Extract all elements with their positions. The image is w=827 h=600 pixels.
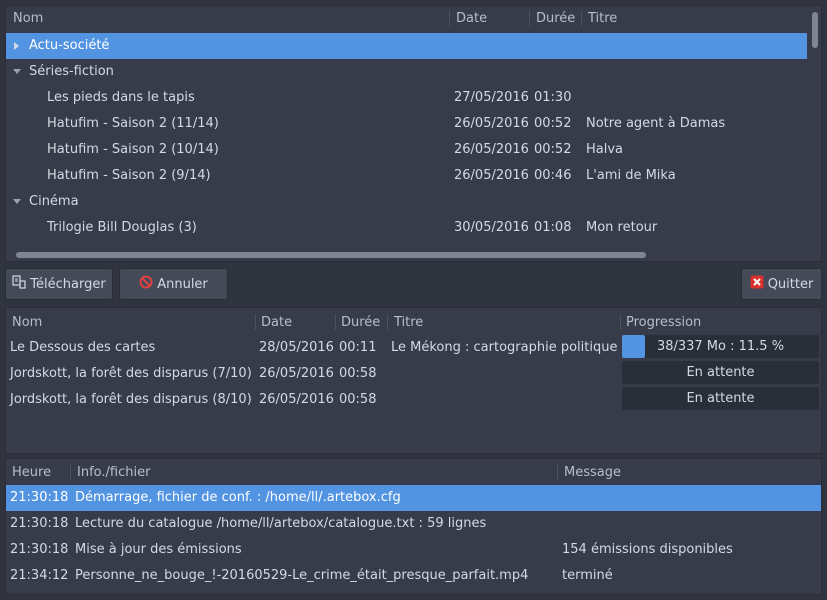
download-label: Télécharger	[30, 276, 106, 292]
cancel-label: Annuler	[157, 276, 208, 292]
col-header-name[interactable]: Nom	[13, 11, 43, 26]
downloads-header: Nom Date Durée Titre Progression	[6, 310, 821, 334]
col-header-info[interactable]: Info./fichier	[77, 465, 150, 480]
download-icon	[12, 275, 26, 293]
quit-label: Quitter	[767, 276, 814, 292]
col-header-time[interactable]: Heure	[12, 465, 51, 480]
tree-item[interactable]: Trilogie Bill Douglas (3) 30/05/2016 01:…	[6, 215, 807, 241]
col-header-date[interactable]: Date	[261, 315, 292, 330]
catalog-vertical-scrollbar[interactable]	[812, 12, 818, 48]
collapse-arrow-icon[interactable]	[13, 69, 21, 74]
col-header-name[interactable]: Nom	[12, 315, 42, 330]
download-button[interactable]: Télécharger	[5, 268, 113, 300]
col-header-duration[interactable]: Durée	[341, 315, 380, 330]
download-status-waiting: En attente	[622, 361, 819, 384]
tree-item[interactable]: Hatufim - Saison 2 (9/14) 26/05/2016 00:…	[6, 163, 807, 189]
download-progress-bar: 38/337 Mo : 11.5 %	[622, 335, 819, 358]
expand-arrow-icon[interactable]	[14, 42, 19, 50]
download-status-waiting: En attente	[622, 387, 819, 410]
col-header-duration[interactable]: Durée	[536, 11, 575, 26]
tree-group-cinema[interactable]: Cinéma	[6, 189, 807, 215]
col-header-title[interactable]: Titre	[588, 11, 617, 26]
log-row[interactable]: 21:30:18 Démarrage, fichier de conf. : /…	[6, 485, 821, 511]
col-header-message[interactable]: Message	[564, 465, 621, 480]
log-list[interactable]: Heure Info./fichier Message 21:30:18 Dém…	[5, 458, 822, 595]
progress-fill	[622, 335, 645, 358]
col-header-progress[interactable]: Progression	[626, 315, 701, 330]
col-header-date[interactable]: Date	[456, 11, 487, 26]
tree-item[interactable]: Hatufim - Saison 2 (10/14) 26/05/2016 00…	[6, 137, 807, 163]
col-header-title[interactable]: Titre	[394, 315, 423, 330]
catalog-tree[interactable]: Nom Date Durée Titre Actu-société Séries…	[5, 5, 822, 262]
quit-button[interactable]: Quitter	[741, 268, 822, 300]
catalog-horizontal-scrollbar[interactable]	[16, 252, 646, 258]
cancel-button[interactable]: Annuler	[119, 268, 228, 300]
tree-group-actu-societe[interactable]: Actu-société	[6, 33, 807, 59]
catalog-header: Nom Date Durée Titre	[6, 6, 821, 30]
close-icon	[750, 275, 764, 293]
cancel-icon	[139, 275, 153, 293]
tree-group-series-fiction[interactable]: Séries-fiction	[6, 59, 807, 85]
log-row[interactable]: 21:34:12 Personne_ne_bouge_!-20160529-Le…	[6, 563, 821, 589]
tree-item[interactable]: Hatufim - Saison 2 (11/14) 26/05/2016 00…	[6, 111, 807, 137]
log-row[interactable]: 21:30:18 Lecture du catalogue /home/ll/a…	[6, 511, 821, 537]
log-row[interactable]: 21:30:18 Mise à jour des émissions 154 é…	[6, 537, 821, 563]
collapse-arrow-icon[interactable]	[13, 199, 21, 204]
log-header: Heure Info./fichier Message	[6, 460, 821, 484]
tree-item[interactable]: Les pieds dans le tapis 27/05/2016 01:30	[6, 85, 807, 111]
